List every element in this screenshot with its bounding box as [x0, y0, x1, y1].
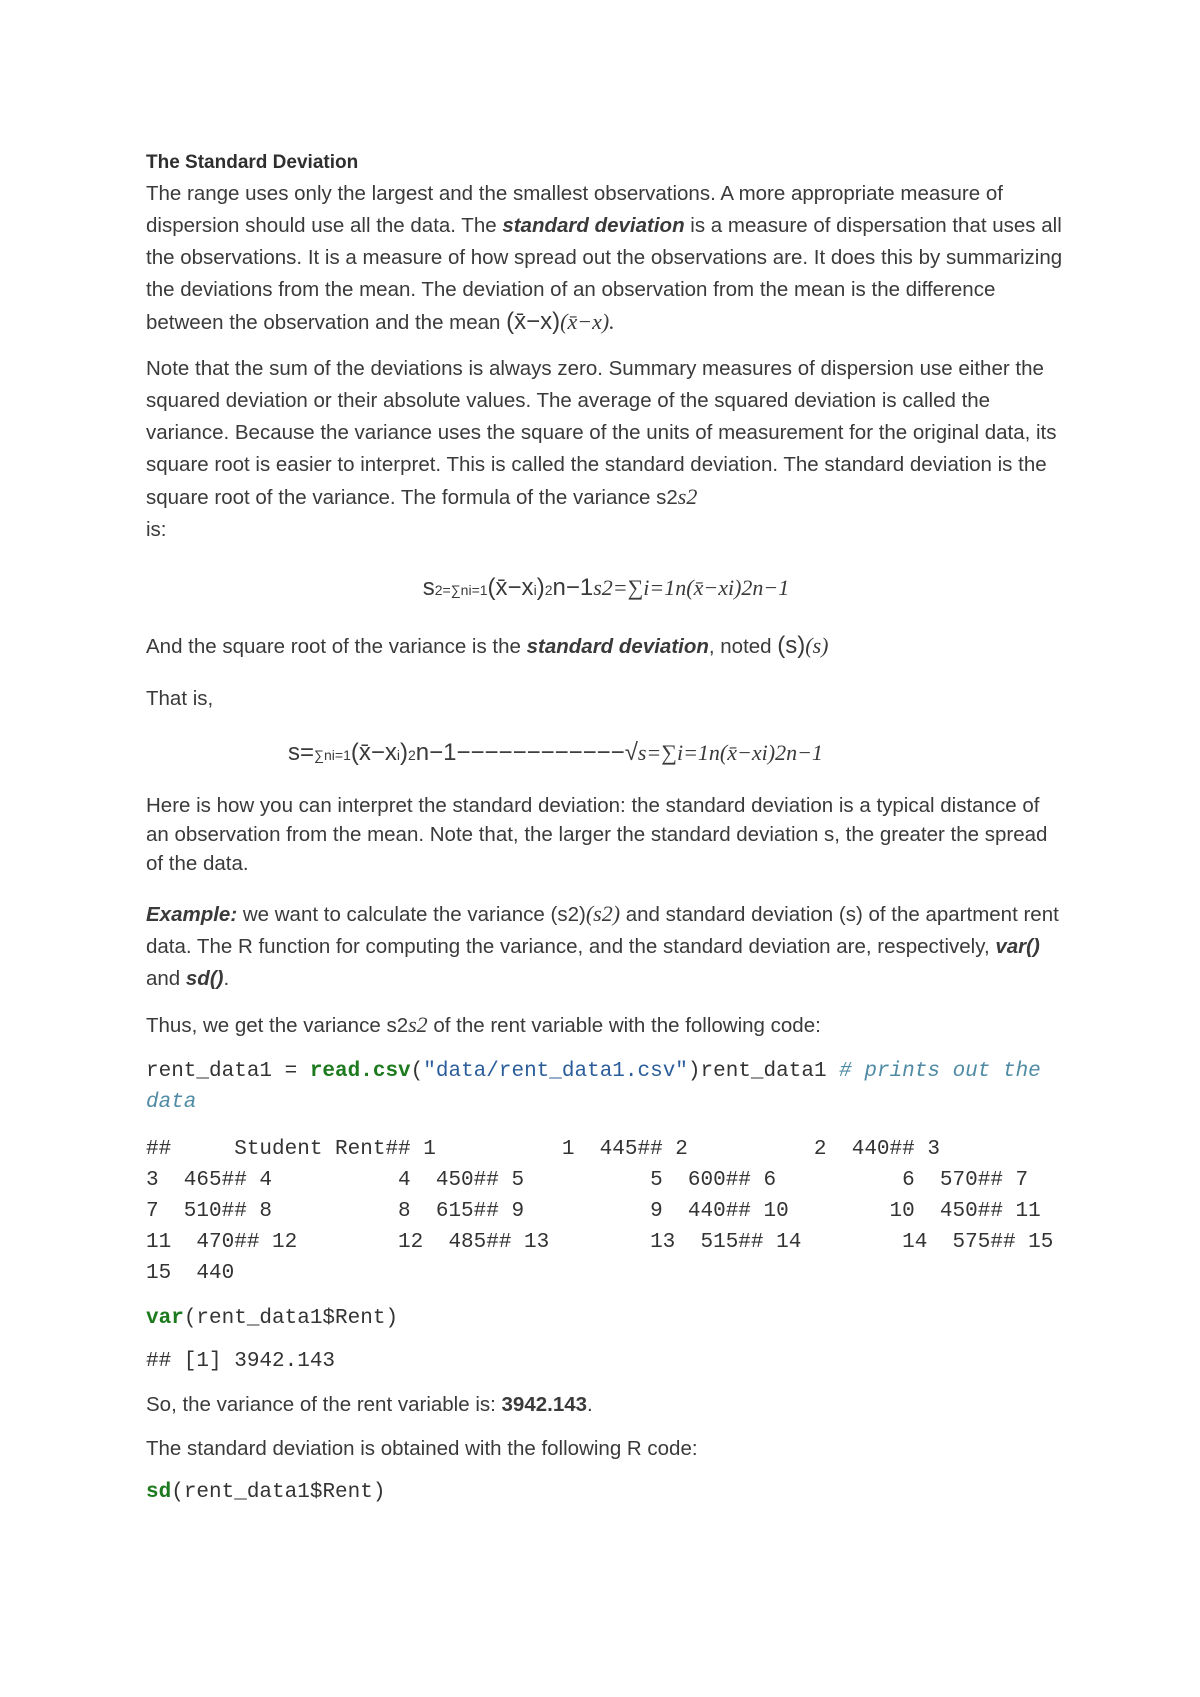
section-heading: The Standard Deviation — [146, 152, 359, 173]
variance-formula: s2=∑ni=1(x̄−xi)2n−1s2=∑i=1n(x̄−xi)2n−1 — [422, 574, 790, 601]
variance-value: 3942.143 — [501, 1393, 588, 1416]
emphasis-term: standard deviation — [526, 635, 709, 658]
intro-paragraph: The range uses only the largest and the … — [146, 182, 1063, 335]
math-deviation: (x̄−x) — [506, 308, 561, 335]
code-var: var(rent_data1$Rent) — [146, 1307, 399, 1330]
math-deviation-italic: (x̄−x). — [560, 309, 615, 334]
code-read-csv: rent_data1 = read.csv("data/rent_data1.c… — [146, 1060, 1054, 1114]
data-output: ## Student Rent## 1 1 445## 2 2 440## 3 … — [146, 1138, 1155, 1285]
var-function-name: var() — [995, 935, 1040, 958]
sd-formula: s=∑ni=1(x̄−xi)2n−1−−−−−−−−−−−−√s=∑i=1n(x… — [288, 739, 823, 766]
example-label: Example: — [146, 903, 238, 926]
code-sd: sd(rent_data1$Rent) — [146, 1481, 386, 1504]
sd-code-intro: The standard deviation is obtained with … — [146, 1437, 698, 1460]
math-s2-italic: s2 — [677, 484, 698, 509]
sd-function-name: sd() — [185, 967, 224, 990]
that-is-text: That is, — [146, 687, 214, 710]
variance-result: So, the variance of the rent variable is… — [146, 1393, 593, 1416]
interpretation-paragraph: Here is how you can interpret the standa… — [146, 794, 1048, 875]
variance-paragraph: Note that the sum of the deviations is a… — [146, 357, 1057, 541]
document-page: The Standard Deviation The range uses on… — [146, 148, 1066, 1508]
example-paragraph: Example: we want to calculate the varian… — [146, 901, 1059, 990]
math-s2: s2 — [656, 486, 678, 509]
var-output: ## [1] 3942.143 — [146, 1350, 336, 1373]
code-intro-paragraph: Thus, we get the variance s2s2 of the re… — [146, 1012, 821, 1037]
sd-definition: And the square root of the variance is t… — [146, 632, 829, 659]
emphasis-term: standard deviation — [502, 214, 685, 237]
